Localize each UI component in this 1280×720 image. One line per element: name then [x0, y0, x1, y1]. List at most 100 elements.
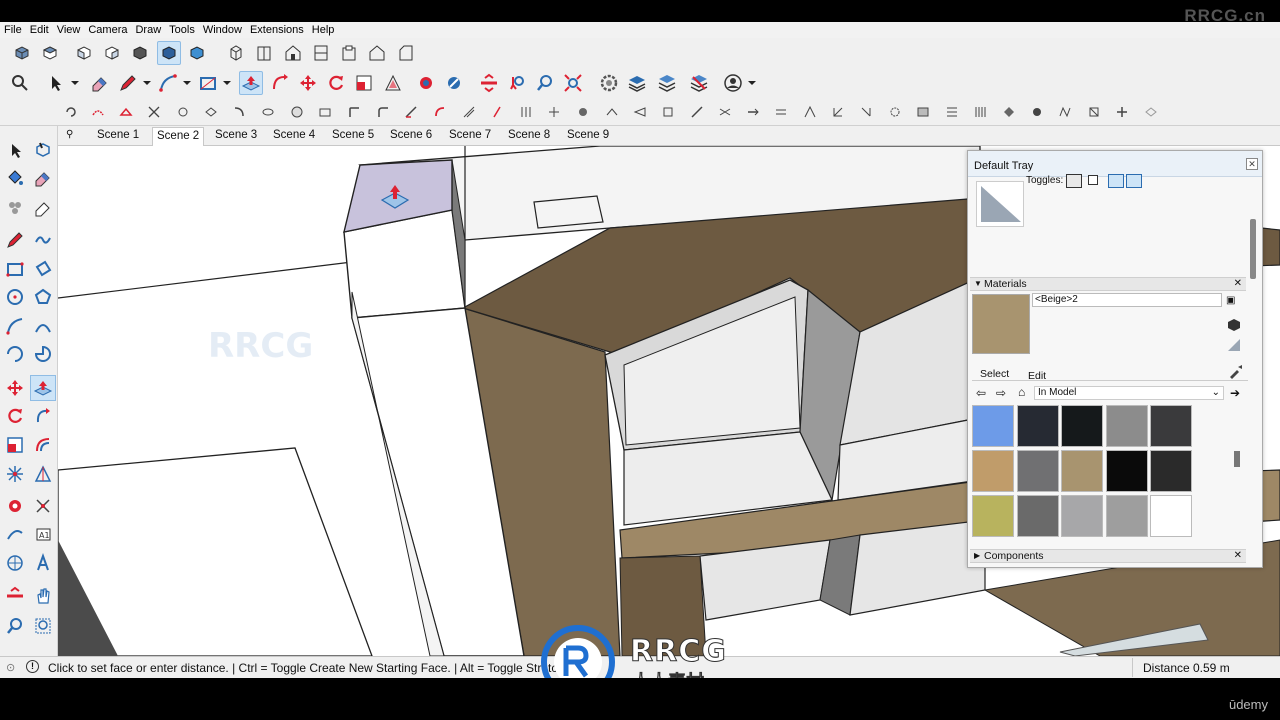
follow-me-icon[interactable] — [268, 71, 292, 95]
zoom-window-icon[interactable] — [30, 613, 56, 639]
scale-icon[interactable] — [352, 71, 376, 95]
menu-tools[interactable]: Tools — [165, 24, 199, 36]
paint-bucket-icon[interactable] — [414, 71, 438, 95]
menu-camera[interactable]: Camera — [84, 24, 131, 36]
components-header[interactable]: ▶ Components ✕ — [970, 549, 1246, 563]
search-icon[interactable] — [8, 71, 32, 95]
tool-icon[interactable] — [603, 102, 621, 122]
rectangle-icon[interactable] — [196, 71, 220, 95]
rotated-rectangle-icon[interactable] — [30, 256, 56, 282]
tool-icon[interactable] — [345, 102, 363, 122]
tool-icon[interactable] — [145, 102, 163, 122]
cube-icon[interactable] — [1226, 317, 1242, 333]
select-arrow-icon[interactable] — [44, 71, 68, 95]
tool-icon[interactable] — [316, 102, 334, 122]
iso-view-icon[interactable] — [10, 41, 34, 65]
push-pull-icon[interactable] — [30, 375, 56, 401]
follow-me-icon[interactable] — [30, 403, 56, 429]
layers-icon[interactable] — [625, 71, 649, 95]
three-point-arc-icon[interactable] — [2, 341, 28, 367]
geo-location-icon[interactable]: ⊙ — [6, 661, 15, 674]
rectangle-icon[interactable] — [2, 256, 28, 282]
forward-arrow-icon[interactable]: ⇨ — [996, 386, 1006, 400]
tab-scene-3[interactable]: Scene 3 — [215, 129, 257, 141]
create-material-icon[interactable]: ▣ — [1226, 295, 1240, 309]
tab-scene-9[interactable]: Scene 9 — [567, 129, 609, 141]
swatch-scrollbar[interactable] — [1234, 451, 1240, 467]
material-swatch[interactable] — [1061, 495, 1103, 537]
polygon-icon[interactable] — [30, 284, 56, 310]
rotate-icon[interactable] — [324, 71, 348, 95]
library-select[interactable]: In Model ⌄ — [1034, 386, 1224, 400]
back-view-icon[interactable] — [128, 41, 152, 65]
close-icon[interactable]: ✕ — [1234, 550, 1242, 561]
hidden-line-style-icon[interactable] — [281, 41, 305, 65]
sample-paint-icon[interactable] — [1226, 337, 1242, 353]
tool-icon[interactable] — [460, 102, 478, 122]
current-material-swatch[interactable] — [972, 294, 1030, 354]
tool-icon[interactable] — [744, 102, 762, 122]
scrollbar[interactable] — [1250, 219, 1256, 279]
chevron-down-icon[interactable] — [66, 73, 84, 93]
wireframe-style-icon[interactable] — [252, 41, 276, 65]
eyedropper-icon[interactable] — [1228, 363, 1244, 379]
chevron-down-icon[interactable] — [178, 73, 196, 93]
circle-icon[interactable] — [2, 284, 28, 310]
material-swatch[interactable] — [972, 495, 1014, 537]
eraser-icon[interactable] — [88, 71, 112, 95]
back-arrow-icon[interactable]: ⇦ — [976, 386, 986, 400]
tool-icon[interactable] — [62, 102, 80, 122]
style-thumbnail[interactable] — [976, 181, 1024, 227]
zoom-icon[interactable] — [2, 613, 28, 639]
rotate-icon[interactable] — [2, 403, 28, 429]
xray-style-icon[interactable] — [224, 41, 248, 65]
protractor-icon[interactable] — [30, 461, 56, 487]
info-icon[interactable]: ! — [26, 660, 39, 673]
tool-icon[interactable] — [886, 102, 904, 122]
paint-sample-icon[interactable] — [2, 493, 28, 519]
tool-icon[interactable] — [230, 102, 248, 122]
pan-hand-icon[interactable] — [30, 583, 56, 609]
bottom-view-icon[interactable] — [185, 41, 209, 65]
eraser-icon[interactable] — [30, 165, 56, 191]
material-swatch[interactable] — [1061, 450, 1103, 492]
zoom-icon[interactable] — [533, 71, 557, 95]
tape-measure-icon[interactable] — [2, 461, 28, 487]
top-view-icon[interactable] — [38, 41, 62, 65]
tool-icon[interactable] — [517, 102, 535, 122]
pencil-icon[interactable] — [116, 71, 140, 95]
move-icon[interactable] — [2, 375, 28, 401]
chevron-down-icon[interactable] — [743, 73, 761, 93]
tool-icon[interactable] — [943, 102, 961, 122]
tool-icon[interactable] — [1056, 102, 1074, 122]
zoom-extents-icon[interactable] — [561, 71, 585, 95]
home-icon[interactable]: ⌂ — [1018, 385, 1025, 399]
offset-icon[interactable] — [381, 71, 405, 95]
material-swatch[interactable] — [1016, 450, 1059, 492]
axes-icon[interactable] — [30, 493, 56, 519]
toggle-icon[interactable] — [1126, 174, 1142, 188]
tool-icon[interactable] — [829, 102, 847, 122]
tool-icon[interactable] — [688, 102, 706, 122]
material-swatch[interactable] — [1016, 405, 1059, 447]
menu-edit[interactable]: Edit — [26, 24, 53, 36]
user-account-icon[interactable] — [721, 71, 745, 95]
menu-extensions[interactable]: Extensions — [246, 24, 308, 36]
right-view-icon[interactable] — [100, 41, 124, 65]
move-icon[interactable] — [296, 71, 320, 95]
eye-icon[interactable] — [1066, 174, 1082, 188]
tool-icon[interactable] — [431, 102, 449, 122]
material-name-field[interactable]: <Beige>2 — [1032, 293, 1222, 307]
material-swatch[interactable] — [1150, 405, 1192, 447]
tab-scene-2[interactable]: Scene 2 — [152, 127, 205, 146]
tool-icon[interactable] — [631, 102, 649, 122]
section-plane-icon[interactable] — [477, 71, 501, 95]
arc-icon[interactable] — [156, 71, 180, 95]
material-swatch[interactable] — [1061, 405, 1103, 447]
tool-icon[interactable] — [857, 102, 875, 122]
tool-icon[interactable] — [545, 102, 563, 122]
text-icon[interactable]: A1 — [30, 522, 56, 548]
measurements-box[interactable]: Distance 0.59 m — [1132, 658, 1280, 677]
dimension-icon[interactable] — [2, 522, 28, 548]
details-arrow-icon[interactable]: ➔ — [1230, 386, 1240, 400]
